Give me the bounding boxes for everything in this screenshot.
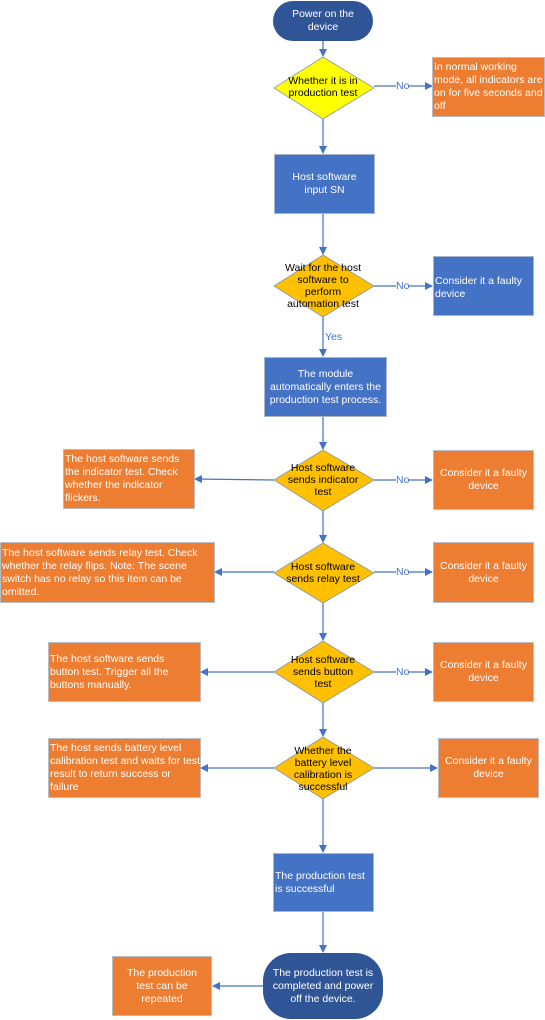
button-test-description: The host software sends button test. Tri… (48, 642, 201, 702)
edge-label-no-4: No (396, 566, 410, 578)
decision-production-test-label: Whether it is in production test (288, 75, 358, 99)
decision-button: Host software sends button test (276, 652, 370, 692)
edge-label-no-3: No (396, 474, 410, 486)
decision-indicator: Host software sends indicator test (276, 460, 370, 500)
faulty-device-2-label: Consider it a faulty device (440, 467, 527, 492)
end-terminal-label: The production test is completed and pow… (272, 966, 374, 1005)
process-input-sn-label: Host software input SN (292, 171, 357, 196)
indicator-test-description-label: The host software sends the indicator te… (65, 453, 180, 504)
start-terminal-label: Power on the device (292, 8, 354, 33)
faulty-device-3: Consider it a faulty device (433, 542, 534, 603)
process-success-label: The production test is successful (275, 869, 365, 895)
edge-d3-left (194, 475, 275, 484)
indicator-test-description: The host software sends the indicator te… (63, 449, 195, 509)
decision-wait-automation: Wait for the host software to perform au… (276, 258, 370, 314)
battery-test-description-label: The host sends battery level calibration… (50, 742, 200, 793)
faulty-device-5: Consider it a faulty device (438, 738, 539, 798)
edge-label-no-2: No (396, 280, 410, 292)
faulty-device-1-label: Consider it a faulty device (435, 275, 522, 300)
decision-indicator-label: Host software sends indicator test (287, 462, 359, 498)
decision-relay: Host software sends relay test (276, 559, 370, 587)
decision-relay-label: Host software sends relay test (286, 561, 360, 585)
decision-wait-automation-label: Wait for the host software to perform au… (284, 262, 362, 310)
start-terminal: Power on the device (273, 1, 373, 41)
battery-test-description: The host sends battery level calibration… (48, 738, 201, 798)
decision-battery-label: Whether the battery level calibration is… (293, 745, 353, 793)
faulty-device-1: Consider it a faulty device (433, 256, 534, 316)
faulty-device-3-label: Consider it a faulty device (440, 559, 527, 585)
repeat-box: The production test can be repeated (112, 956, 212, 1016)
faulty-device-2: Consider it a faulty device (433, 450, 534, 510)
process-enter-production-label: The module automatically enters the prod… (269, 367, 382, 406)
process-success: The production test is successful (273, 853, 374, 912)
process-enter-production: The module automatically enters the prod… (264, 357, 387, 417)
faulty-device-4: Consider it a faulty device (433, 642, 534, 702)
edge-label-no-1: No (396, 80, 410, 92)
repeat-box-label: The production test can be repeated (126, 966, 198, 1005)
decision-production-test: Whether it is in production test (276, 72, 370, 102)
process-input-sn: Host software input SN (274, 154, 375, 214)
decision-button-label: Host software sends button test (290, 654, 356, 690)
normal-mode-label: In normal working mode, all indicators a… (434, 61, 543, 112)
faulty-device-5-label: Consider it a faulty device (445, 755, 532, 780)
relay-test-description: The host software sends relay test. Chec… (0, 542, 215, 603)
end-terminal: The production test is completed and pow… (263, 953, 383, 1019)
edge-label-yes: Yes (325, 331, 343, 343)
faulty-device-4-label: Consider it a faulty device (440, 659, 527, 684)
edge-label-no-5: No (396, 666, 410, 678)
button-test-description-label: The host software sends button test. Tri… (50, 652, 169, 691)
normal-mode-box: In normal working mode, all indicators a… (432, 57, 545, 117)
decision-battery: Whether the battery level calibration is… (276, 742, 370, 796)
relay-test-description-label: The host software sends relay test. Chec… (2, 546, 198, 598)
